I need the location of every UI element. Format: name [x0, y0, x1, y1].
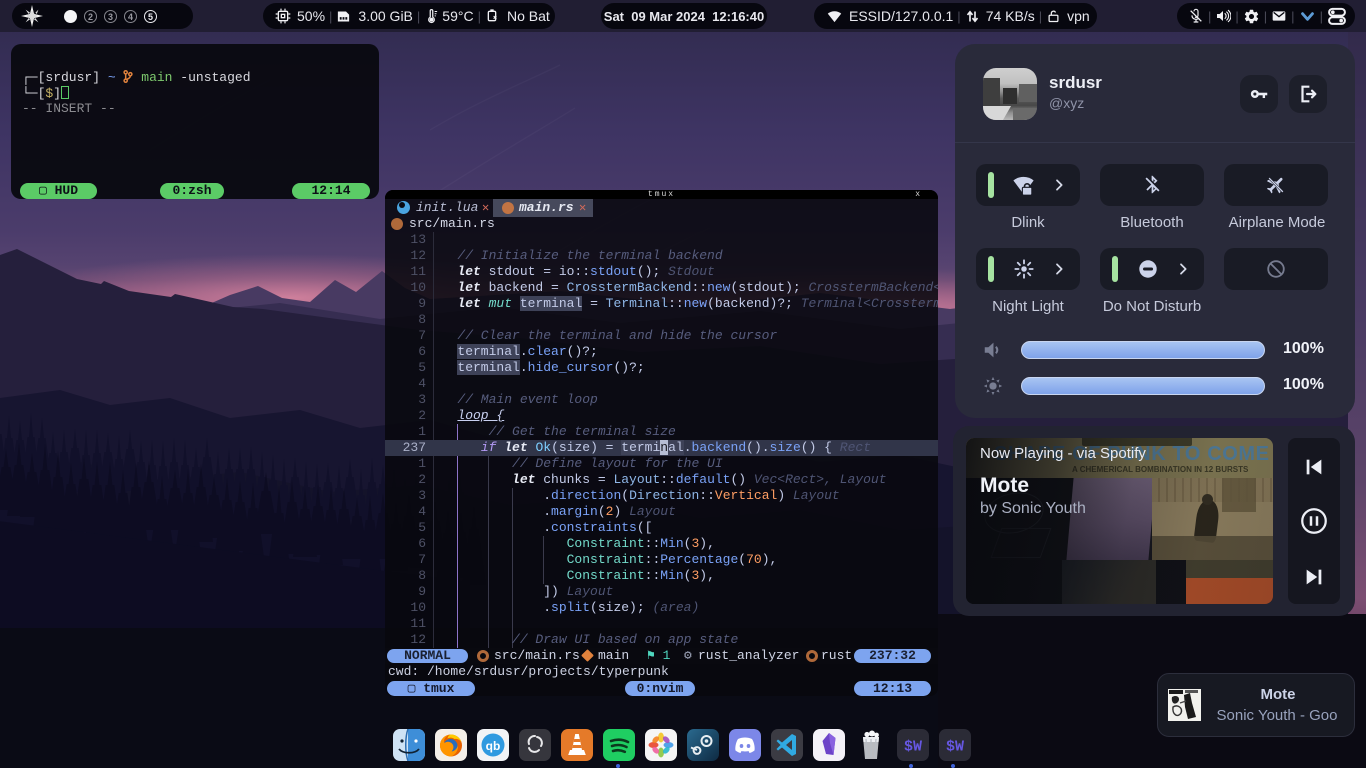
svg-text:qb: qb	[486, 739, 501, 753]
svg-text:$W: $W	[946, 739, 964, 756]
svg-text:$W: $W	[904, 739, 922, 756]
